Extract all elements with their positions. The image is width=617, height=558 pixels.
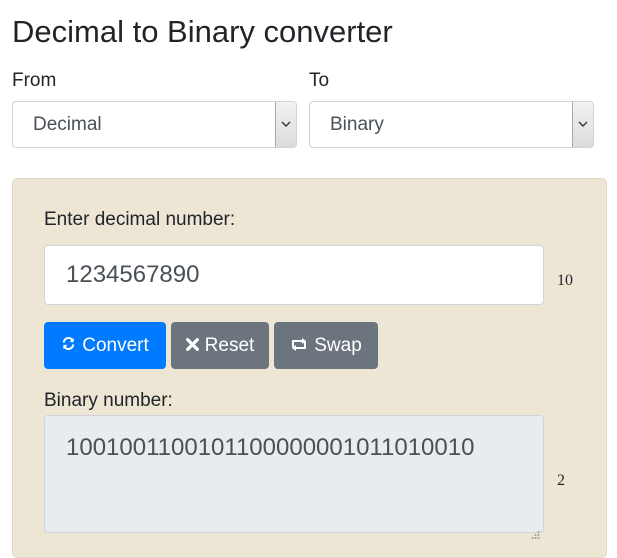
reset-button[interactable]: Reset xyxy=(171,322,269,369)
to-select[interactable]: Binary xyxy=(309,101,594,148)
swap-button-label: Swap xyxy=(314,334,362,356)
binary-output-value: 1001001100101100000001011010010 xyxy=(66,434,475,461)
to-select-value: Binary xyxy=(330,113,384,135)
from-select-value: Decimal xyxy=(33,113,102,135)
decimal-input[interactable]: 1234567890 xyxy=(44,245,544,305)
binary-output[interactable]: 1001001100101100000001011010010 xyxy=(44,415,544,539)
resize-grip-icon[interactable] xyxy=(530,519,540,539)
output-base-label: 2 xyxy=(557,472,565,489)
chevron-down-icon[interactable] xyxy=(275,102,296,147)
to-label: To xyxy=(309,70,330,91)
chevron-down-icon[interactable] xyxy=(572,102,593,147)
convert-button-label: Convert xyxy=(82,334,149,356)
from-select[interactable]: Decimal xyxy=(12,101,297,148)
x-icon xyxy=(185,335,199,357)
page-title: Decimal to Binary converter xyxy=(12,14,393,49)
input-label: Enter decimal number: xyxy=(44,209,236,230)
from-label: From xyxy=(12,70,57,91)
swap-button[interactable]: Swap xyxy=(274,322,378,369)
reset-button-label: Reset xyxy=(204,334,255,356)
output-label: Binary number: xyxy=(44,390,173,411)
convert-button[interactable]: Convert xyxy=(44,322,166,369)
input-base-label: 10 xyxy=(557,272,573,289)
swap-icon xyxy=(290,335,308,357)
decimal-input-value: 1234567890 xyxy=(66,261,200,288)
refresh-icon xyxy=(61,335,76,357)
